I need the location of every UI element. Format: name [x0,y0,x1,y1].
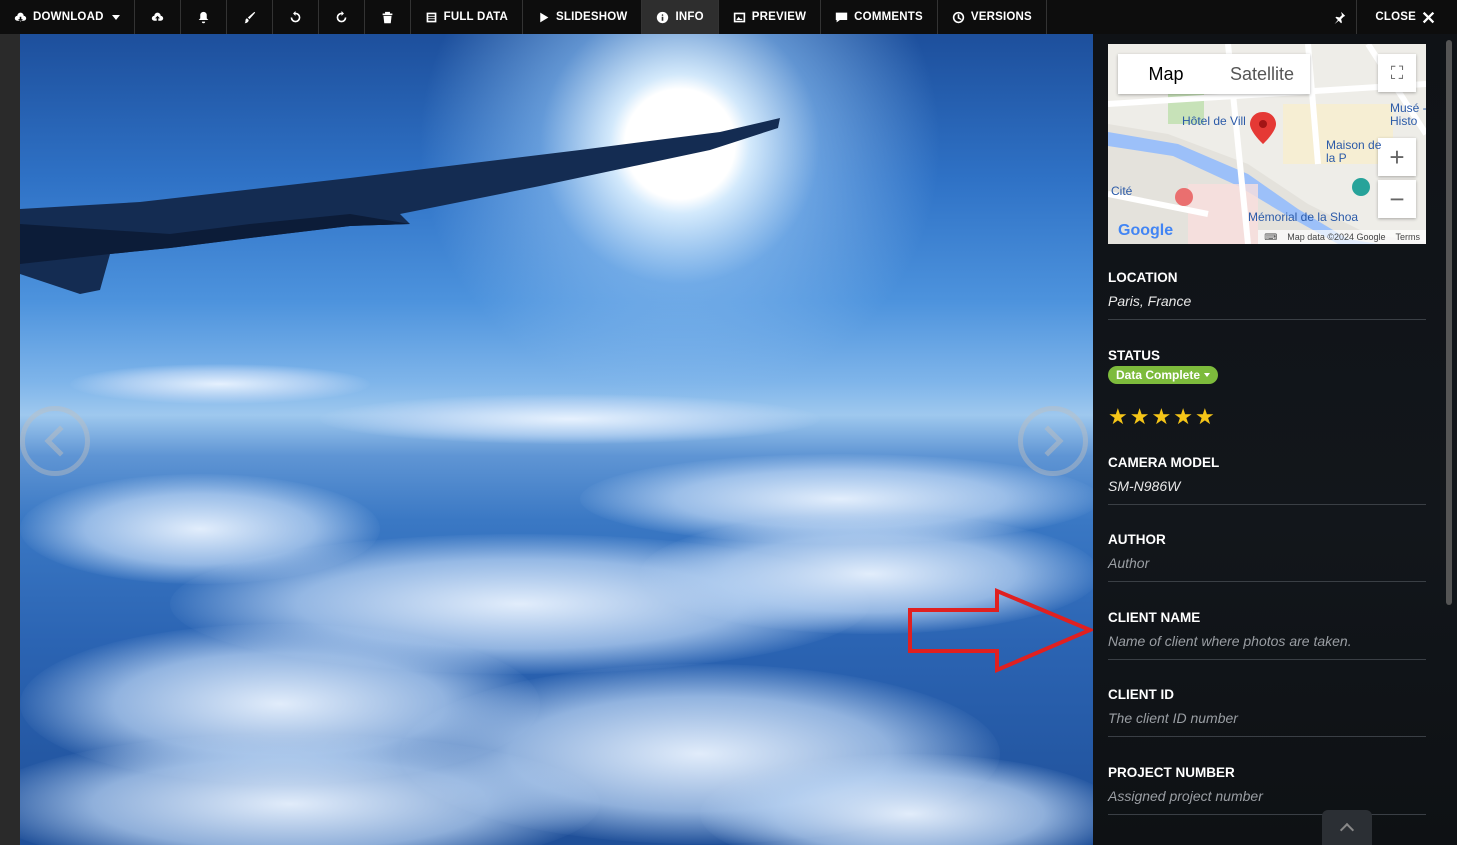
star-icon[interactable]: ★ [1173,406,1193,428]
location-label: LOCATION [1108,270,1178,285]
download-button[interactable]: DOWNLOAD [0,0,135,34]
chevron-down-icon [1204,373,1211,377]
photo-cloud [320,394,820,444]
bell-icon [198,11,208,23]
pin-icon [1335,11,1346,24]
photo-viewer [20,34,1093,845]
project-number-label: PROJECT NUMBER [1108,765,1235,780]
info-panel: Map Satellite ⛶ + − Hôtel de Vill Maison… [1093,34,1457,845]
notify-button[interactable] [181,0,227,34]
status-badge[interactable]: Data Complete [1108,366,1219,384]
list-icon [426,12,436,22]
map-label: Maison de la P [1326,138,1382,165]
trash-icon [382,11,392,23]
author-input[interactable]: Author [1108,555,1426,571]
client-id-field: CLIENT ID The client ID number [1108,687,1426,737]
status-field: STATUS Data Complete [1108,348,1426,394]
terms-link[interactable]: Terms [1396,232,1421,242]
minus-icon: − [1389,183,1405,214]
google-logo: Google [1118,222,1174,239]
star-icon[interactable]: ★ [1130,406,1150,428]
cloud-upload-icon [151,12,163,21]
rotate-right-button[interactable] [319,0,365,34]
next-photo-button[interactable] [1018,406,1088,476]
photo-cloud [70,364,370,404]
star-icon[interactable]: ★ [1151,406,1171,428]
camera-model-field: CAMERA MODEL SM-N986W [1108,455,1426,505]
fullscreen-icon: ⛶ [1390,62,1404,83]
client-id-label: CLIENT ID [1108,687,1174,702]
comment-icon [835,12,848,22]
plus-icon: + [1389,141,1405,172]
client-id-input[interactable]: The client ID number [1108,710,1426,726]
airplane-wing [20,118,780,294]
status-label: STATUS [1108,348,1160,363]
cloud-download-icon [14,12,27,22]
rotate-left-button[interactable] [273,0,319,34]
client-name-label: CLIENT NAME [1108,610,1201,625]
rotate-right-icon [336,10,346,22]
chevron-down-icon [111,14,120,20]
keyboard-icon[interactable]: ⌨ [1264,232,1277,243]
play-icon [540,12,549,22]
project-number-input[interactable]: Assigned project number [1108,788,1426,804]
location-value[interactable]: Paris, France [1108,293,1426,309]
image-icon [733,12,745,22]
upload-button[interactable] [135,0,181,34]
close-icon [1422,11,1435,23]
info-button[interactable]: INFO [642,0,719,34]
project-number-field: PROJECT NUMBER Assigned project number [1108,765,1426,815]
full-data-button[interactable]: FULL DATA [411,0,523,34]
viewer-gutter [0,34,20,845]
comments-button[interactable]: COMMENTS [821,0,938,34]
star-rating: ★ ★ ★ ★ ★ [1108,406,1215,428]
client-name-field: CLIENT NAME Name of client where photos … [1108,610,1426,660]
camera-model-value[interactable]: SM-N986W [1108,478,1426,494]
map-label: Mémorial de la Shoa [1248,210,1359,224]
zoom-out-button[interactable]: − [1378,180,1416,218]
info-icon [657,11,669,23]
scroll-to-top-button[interactable] [1322,810,1372,845]
close-button[interactable]: CLOSE [1356,0,1457,34]
chevron-left-icon [44,425,76,457]
location-map[interactable]: Map Satellite ⛶ + − Hôtel de Vill Maison… [1108,44,1426,244]
preview-button[interactable]: PREVIEW [719,0,822,34]
delete-button[interactable] [365,0,411,34]
map-label: Musé - Histo [1390,101,1426,128]
edit-button[interactable] [227,0,273,34]
author-label: AUTHOR [1108,532,1166,547]
previous-photo-button[interactable] [20,406,90,476]
map-attribution: ⌨ Map data ©2024 Google Terms [1258,230,1426,244]
clock-icon [952,11,965,23]
versions-button[interactable]: VERSIONS [938,0,1047,34]
brush-icon [244,11,255,23]
panel-scrollbar[interactable] [1446,40,1452,605]
map-tab[interactable]: Map [1118,54,1214,94]
author-field: AUTHOR Author [1108,532,1426,582]
rotate-left-icon [290,10,300,22]
client-name-input[interactable]: Name of client where photos are taken. [1108,633,1426,649]
satellite-tab[interactable]: Satellite [1214,54,1310,94]
map-type-control: Map Satellite [1118,54,1310,94]
chevron-right-icon [1032,425,1064,457]
slideshow-button[interactable]: SLIDESHOW [523,0,643,34]
fullscreen-button[interactable]: ⛶ [1378,54,1416,92]
map-label: Cité [1111,184,1133,198]
location-field: LOCATION Paris, France [1108,270,1426,320]
star-icon[interactable]: ★ [1108,406,1128,428]
chevron-up-icon [1339,822,1355,838]
camera-model-label: CAMERA MODEL [1108,455,1220,470]
star-icon[interactable]: ★ [1195,406,1215,428]
annotation-arrow-icon [908,588,1095,674]
toolbar: DOWNLOAD FULL DATA SLIDESHOW INFO PREVIE… [0,0,1457,34]
map-label: Hôtel de Vill [1182,114,1246,128]
pin-button[interactable] [1323,0,1356,34]
